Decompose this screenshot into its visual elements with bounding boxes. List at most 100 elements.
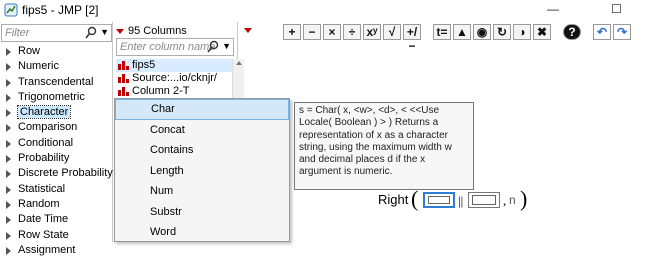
jmp-app-icon (4, 3, 18, 17)
menu-item-contains[interactable]: Contains (115, 140, 289, 161)
column-item[interactable]: Source:...io/cknjr/ (116, 72, 234, 85)
expand-arrow-icon[interactable] (6, 200, 11, 209)
title-bar: fips5 - JMP [2] — ☐ (0, 0, 647, 20)
category-label: Statistical (18, 182, 66, 195)
function-tooltip: s = Char( x, <w>, <d>, < <<Use Locale( B… (294, 102, 474, 190)
category-item-probability[interactable]: Probability (0, 151, 112, 166)
category-label: Assignment (18, 243, 76, 256)
add-button[interactable]: + (283, 24, 301, 40)
expand-arrow-icon[interactable] (6, 185, 11, 194)
category-label: Comparison (18, 121, 78, 134)
menu-item-length[interactable]: Length (115, 161, 289, 182)
formula-function-name: Right (378, 192, 409, 207)
expand-arrow-icon[interactable] (6, 246, 11, 255)
help-button[interactable]: ? (563, 24, 581, 40)
category-item-numeric[interactable]: Numeric (0, 59, 112, 74)
category-label: Trigonometric (18, 90, 85, 103)
expand-arrow-icon[interactable] (6, 139, 11, 148)
category-item-character[interactable]: Character (0, 105, 112, 120)
column-item[interactable]: Column 2-T (116, 85, 234, 98)
category-label: Date Time (18, 213, 69, 226)
category-label: Row State (18, 228, 69, 241)
expand-arrow-icon[interactable] (6, 48, 11, 56)
category-label: Row (18, 45, 41, 57)
category-item-assignment[interactable]: Assignment (0, 243, 112, 258)
expand-arrow-icon[interactable] (6, 124, 11, 133)
menu-item-word[interactable]: Word (115, 222, 289, 243)
nominal-bar-icon (118, 87, 129, 96)
comma-separator: , (503, 193, 507, 208)
column-list-scrollbar[interactable] (232, 59, 244, 99)
expand-arrow-icon[interactable] (6, 93, 11, 102)
formula-arg-placeholder-active[interactable] (423, 192, 455, 208)
divide-button[interactable]: ÷ (343, 24, 361, 40)
change-sign-button[interactable]: +/− (403, 24, 421, 53)
red-triangle-menu-icon[interactable] (116, 28, 124, 34)
category-item-conditional[interactable]: Conditional (0, 136, 112, 151)
maximize-button[interactable]: ☐ (611, 2, 622, 16)
category-label: Character (16, 105, 72, 120)
column-search-dropdown-icon[interactable]: ▼ (222, 41, 231, 51)
arg-separator: || (458, 193, 464, 208)
minimize-button[interactable]: — (547, 2, 559, 16)
filter-placeholder: Filter (5, 27, 30, 39)
column-item[interactable]: fips5 (116, 59, 234, 72)
category-item-random[interactable]: Random (0, 197, 112, 212)
close-paren: ) (520, 186, 528, 211)
functions-panel: Filter ▼ Row Numeric Transcendental Trigono… (0, 22, 113, 256)
category-item-row[interactable]: Row (0, 44, 112, 59)
category-label: Discrete Probability (18, 167, 113, 180)
formula-red-triangle-icon[interactable] (244, 28, 252, 33)
function-category-list: Row Numeric Transcendental Trigonometric Cha… (0, 44, 113, 258)
formula-arg-placeholder[interactable] (468, 192, 500, 208)
category-label: Conditional (18, 136, 74, 149)
subtract-button[interactable]: − (303, 24, 321, 40)
filter-dropdown-icon[interactable]: ▼ (100, 27, 109, 37)
multiply-button[interactable]: × (323, 24, 341, 40)
nominal-bar-icon (118, 74, 129, 83)
unary-button[interactable]: ◑ (513, 24, 531, 40)
delete-button[interactable]: ✖ (533, 24, 551, 40)
swap-button[interactable]: ↻ (493, 24, 511, 40)
category-label: Numeric (18, 60, 59, 73)
expand-arrow-icon[interactable] (6, 109, 11, 118)
up-button[interactable]: ▲ (453, 24, 471, 40)
column-search-placeholder: Enter column name (120, 41, 216, 53)
category-item-discrete-probability[interactable]: Discrete Probability (0, 166, 113, 181)
category-item-row-state[interactable]: Row State (0, 228, 112, 243)
column-name: Column 2-T (132, 85, 190, 97)
search-icon[interactable] (207, 40, 219, 54)
columns-header: 95 Columns (116, 25, 236, 39)
expand-arrow-icon[interactable] (6, 155, 11, 164)
category-item-comparison[interactable]: Comparison (0, 120, 112, 135)
column-search-input[interactable]: Enter column name ▼ (116, 38, 234, 56)
expand-arrow-icon[interactable] (6, 231, 11, 240)
root-button[interactable]: √ (383, 24, 401, 40)
category-item-date-time[interactable]: Date Time (0, 212, 112, 227)
open-paren: ( (411, 186, 419, 211)
nominal-column-icon (118, 61, 129, 70)
expand-arrow-icon[interactable] (6, 170, 11, 179)
scroll-up-icon[interactable] (236, 61, 242, 65)
menu-item-substr[interactable]: Substr (115, 202, 289, 223)
category-item-statistical[interactable]: Statistical (0, 182, 112, 197)
undo-button[interactable]: ↶ (593, 24, 611, 40)
peel-button[interactable]: ◉ (473, 24, 491, 40)
assign-button[interactable]: t= (433, 24, 451, 40)
menu-item-char[interactable]: Char (115, 99, 289, 120)
optional-arg-n[interactable]: n (509, 193, 516, 207)
expand-arrow-icon[interactable] (6, 216, 11, 225)
expand-arrow-icon[interactable] (6, 63, 11, 72)
category-item-trigonometric[interactable]: Trigonometric (0, 90, 112, 105)
menu-item-num[interactable]: Num (115, 181, 289, 202)
formula-toolbar: + − × ÷ xʸ √ +/− t= ▲ ◉ ↻ ◑ ✖? ↶ ↷ (240, 22, 647, 53)
category-item-transcendental[interactable]: Transcendental (0, 75, 112, 90)
expand-arrow-icon[interactable] (6, 78, 11, 87)
filter-input[interactable]: Filter ▼ (1, 24, 112, 42)
menu-item-concat[interactable]: Concat (115, 120, 289, 141)
power-button[interactable]: xʸ (363, 24, 381, 40)
column-name: fips5 (132, 59, 156, 71)
window-title: fips5 - JMP [2] (22, 3, 99, 17)
redo-button[interactable]: ↷ (613, 24, 631, 40)
search-icon[interactable] (85, 26, 97, 40)
